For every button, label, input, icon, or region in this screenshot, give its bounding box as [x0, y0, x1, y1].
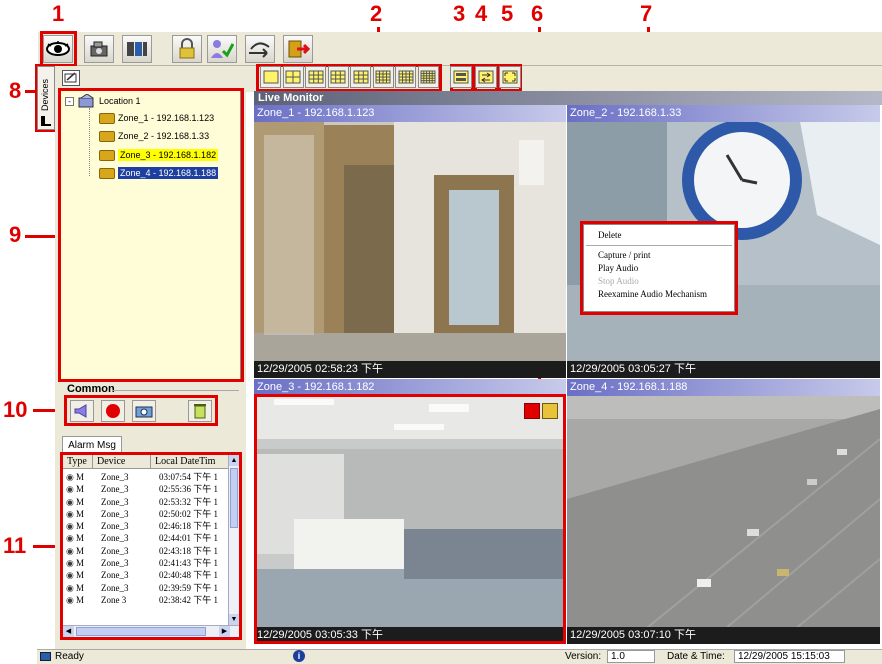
camera-device-icon	[99, 112, 115, 124]
grid-layout-icon	[285, 70, 301, 84]
camera-timestamp: 12/29/2005 03:05:27 下午	[567, 361, 880, 378]
tree-root-label: Location 1	[99, 96, 141, 106]
trash-icon	[194, 404, 206, 419]
callout-6-highlight	[254, 394, 566, 644]
auto-switch-button[interactable]	[475, 66, 497, 88]
tree-item-zone-4[interactable]: Zone_4 - 192.168.1.188	[99, 165, 221, 181]
callout-5: 5	[501, 1, 514, 26]
lock-button[interactable]	[172, 35, 202, 63]
camera-title: Zone_2 - 192.168.1.33	[567, 105, 880, 122]
camera-title: Zone_1 - 192.168.1.123	[254, 105, 566, 122]
grid-layout-icon	[330, 70, 346, 84]
common-divider	[112, 390, 239, 391]
layout-button-4x4[interactable]	[372, 66, 394, 88]
tree-item-zone-1[interactable]: Zone_1 - 192.168.1.123	[99, 110, 217, 126]
info-icon[interactable]: i	[293, 650, 305, 662]
users-button[interactable]	[207, 35, 237, 63]
layout-button-1+5[interactable]	[305, 66, 326, 88]
callout-7: 7	[640, 1, 653, 26]
record-icon	[106, 404, 120, 418]
tree-root-location[interactable]: Location 1	[78, 93, 144, 109]
camera-title: Zone_4 - 192.168.1.188	[567, 379, 880, 396]
layout-button-5x5[interactable]	[395, 66, 416, 88]
grid-layout-icon	[263, 70, 278, 84]
users-icon	[211, 40, 234, 58]
snapshot-button[interactable]	[132, 400, 156, 422]
layout-button-2x2[interactable]	[282, 66, 304, 88]
common-title: Common	[67, 383, 115, 395]
grid-layout-icon	[308, 70, 323, 84]
sequence-icon	[453, 70, 469, 84]
tree-edit-button[interactable]	[62, 70, 80, 86]
datetime-value: 12/29/2005 15:15:03	[734, 650, 845, 663]
camera-setup-button[interactable]	[84, 35, 114, 63]
layout-button-1+7[interactable]	[327, 66, 349, 88]
status-ready-icon	[40, 652, 51, 661]
callout-11-highlight	[60, 452, 242, 640]
camera-view-zone-4[interactable]: Zone_4 - 192.168.1.188 12/29/2005 03:07:…	[567, 379, 880, 644]
callout-10: 10	[3, 397, 28, 422]
grid-layout-icon	[420, 70, 436, 84]
auto-switch-icon	[478, 70, 494, 84]
status-text: Ready	[55, 651, 84, 662]
callout-1-highlight	[40, 31, 77, 67]
camera-timestamp: 12/29/2005 03:07:10 下午	[567, 627, 880, 644]
version-value: 1.0	[607, 650, 655, 663]
tree-item-zone-2[interactable]: Zone_2 - 192.168.1.33	[99, 128, 212, 144]
tree-item-zone-3[interactable]: Zone_3 - 192.168.1.182	[99, 147, 221, 163]
live-monitor-title: Live Monitor	[254, 91, 882, 105]
camera-timestamp: 12/29/2005 02:58:23 下午	[254, 361, 566, 378]
exit-button[interactable]	[283, 35, 313, 63]
sequence-button[interactable]	[450, 66, 472, 88]
playback-button[interactable]	[122, 35, 152, 63]
camera-device-icon	[99, 149, 115, 161]
logout-button[interactable]	[245, 35, 275, 63]
callout-8-highlight	[35, 64, 57, 132]
layout-button-3x3[interactable]	[350, 66, 371, 88]
edit-icon	[64, 72, 77, 83]
camera-view-zone-1[interactable]: Zone_1 - 192.168.1.123 12/29/2005 02:58:…	[254, 105, 566, 378]
grid-layout-icon	[375, 70, 391, 84]
tree-item-label: Zone_4 - 192.168.1.188	[118, 167, 219, 179]
callout-7-highlight	[580, 221, 738, 315]
version-label: Version:	[565, 651, 602, 662]
camera-device-icon	[99, 167, 115, 179]
snapshot-icon	[135, 406, 153, 418]
callout-4: 4	[475, 1, 488, 26]
speaker-button[interactable]	[70, 400, 94, 422]
callout-9: 9	[9, 222, 22, 247]
tree-item-label: Zone_3 - 192.168.1.182	[118, 149, 219, 161]
speaker-icon	[74, 404, 87, 418]
callout-2: 2	[370, 1, 383, 26]
logout-icon	[249, 42, 270, 58]
trash-button[interactable]	[188, 400, 212, 422]
camera-1-scene	[254, 105, 566, 378]
tree-item-label: Zone_2 - 192.168.1.33	[118, 131, 210, 141]
fullscreen-icon	[502, 70, 518, 84]
exit-icon	[288, 40, 310, 58]
layout-button-1x1[interactable]	[260, 66, 281, 88]
lock-icon	[179, 38, 195, 59]
main-toolbar	[38, 32, 882, 66]
callout-1: 1	[52, 1, 65, 26]
tree-guide-line	[89, 108, 90, 176]
playback-icon	[127, 42, 147, 56]
tree-item-label: Zone_1 - 192.168.1.123	[118, 113, 215, 123]
camera-setup-icon	[90, 41, 108, 57]
record-button[interactable]	[101, 400, 125, 422]
camera-4-scene	[567, 379, 880, 644]
datetime-label: Date & Time:	[667, 651, 725, 662]
location-icon	[78, 94, 94, 108]
callout-6: 6	[531, 1, 544, 26]
tree-collapse-toggle[interactable]: -	[65, 97, 74, 106]
callout-11: 11	[3, 533, 27, 558]
layout-button-6x6[interactable]	[417, 66, 439, 88]
camera-device-icon	[99, 130, 115, 142]
callout-8: 8	[9, 78, 22, 103]
callout-3: 3	[453, 1, 466, 26]
fullscreen-button[interactable]	[499, 66, 521, 88]
grid-layout-icon	[353, 70, 368, 84]
grid-layout-icon	[398, 70, 413, 84]
